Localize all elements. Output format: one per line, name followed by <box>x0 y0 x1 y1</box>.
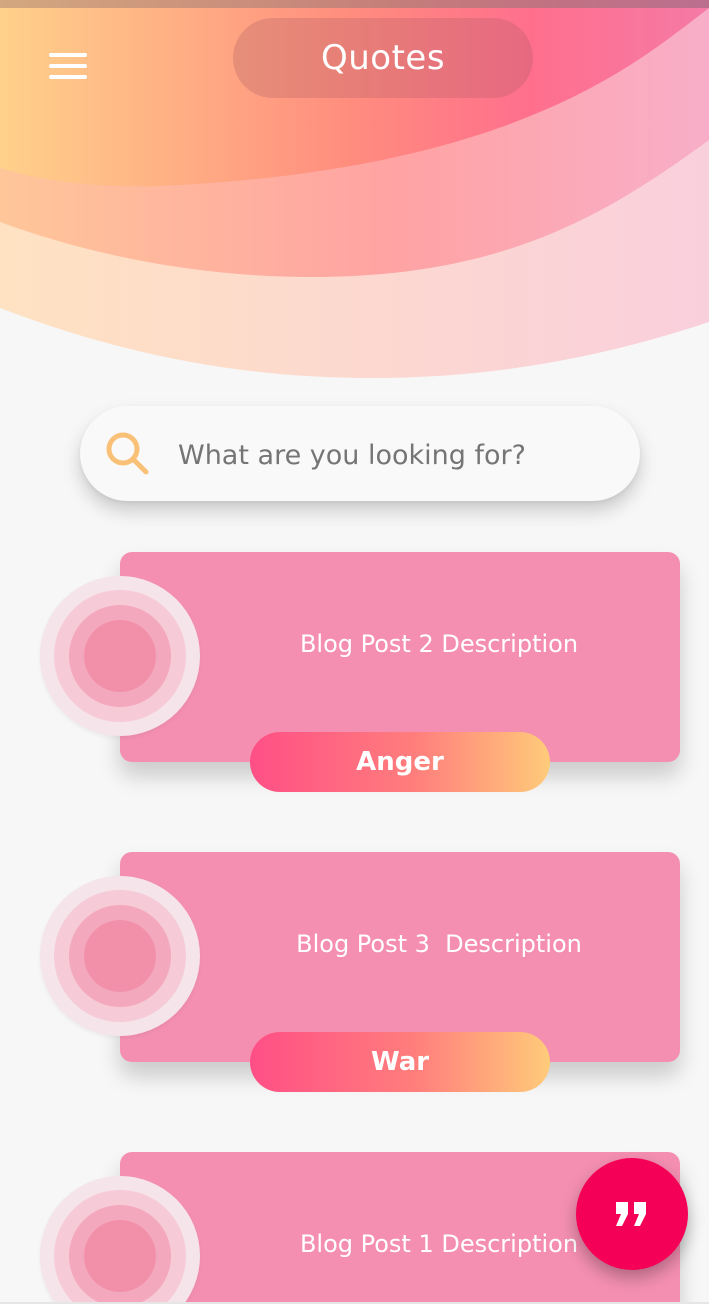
post-avatar <box>40 876 200 1036</box>
post-tag-button[interactable]: War <box>250 1032 550 1092</box>
post-tag-button[interactable]: Anger <box>250 732 550 792</box>
status-bar-strip <box>0 0 709 8</box>
add-quote-fab[interactable] <box>576 1158 688 1270</box>
search-icon <box>106 432 149 475</box>
post-card[interactable]: Blog Post 3 Description War <box>0 852 709 1112</box>
quote-icon <box>616 1202 646 1226</box>
post-avatar <box>40 576 200 736</box>
post-description: Blog Post 3 Description <box>296 930 582 958</box>
page-title: Quotes <box>320 38 446 78</box>
title-pill: Quotes <box>233 18 533 98</box>
search-input[interactable] <box>176 426 620 484</box>
post-card[interactable]: Blog Post 2 Description Anger <box>0 552 709 812</box>
post-description: Blog Post 2 Description <box>299 630 579 658</box>
menu-button[interactable] <box>44 46 92 86</box>
search-bar[interactable] <box>80 406 640 501</box>
hamburger-menu-icon <box>49 53 87 57</box>
